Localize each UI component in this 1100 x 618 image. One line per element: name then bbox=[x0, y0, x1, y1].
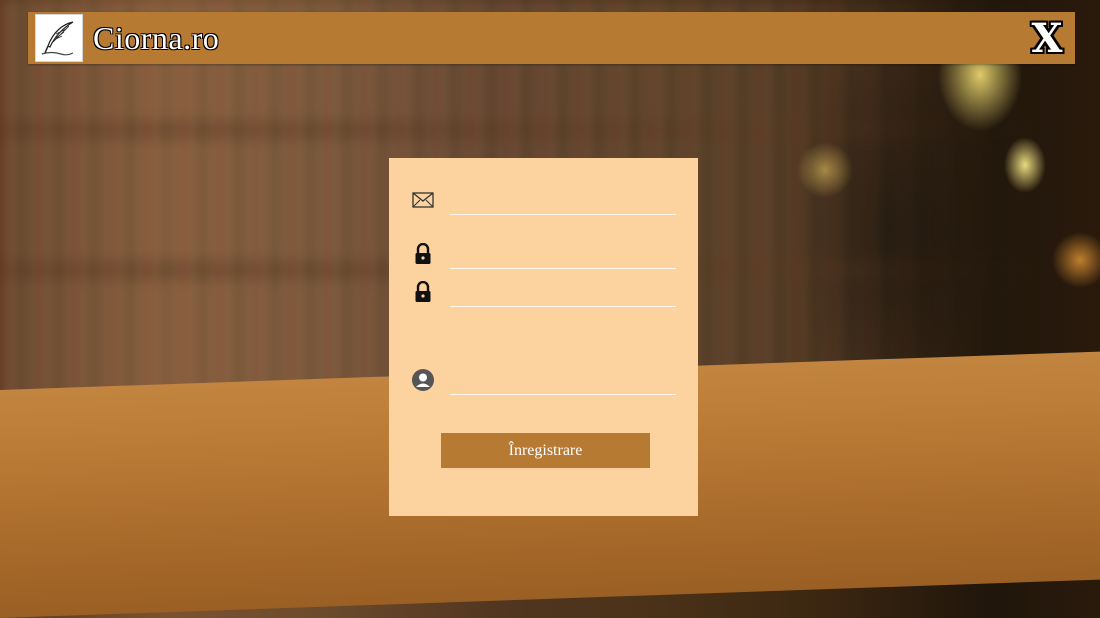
username-field[interactable] bbox=[450, 364, 676, 395]
close-button[interactable]: X bbox=[1025, 15, 1069, 62]
register-button[interactable]: Înregistrare bbox=[441, 433, 650, 468]
user-icon bbox=[411, 368, 435, 392]
registration-form: Înregistrare bbox=[389, 158, 698, 516]
confirm-password-row bbox=[411, 276, 677, 308]
password-row bbox=[411, 238, 677, 270]
quill-logo-icon bbox=[35, 14, 83, 62]
password-field[interactable] bbox=[450, 238, 676, 269]
app-title: Ciorna.ro bbox=[93, 19, 220, 56]
lock-icon bbox=[411, 242, 435, 266]
email-row bbox=[411, 184, 677, 216]
title-bar: Ciorna.ro X bbox=[28, 12, 1075, 64]
email-field[interactable] bbox=[450, 184, 676, 215]
username-row bbox=[411, 364, 677, 396]
confirm-password-field[interactable] bbox=[450, 276, 676, 307]
envelope-icon bbox=[411, 188, 435, 212]
lock-icon bbox=[411, 280, 435, 304]
